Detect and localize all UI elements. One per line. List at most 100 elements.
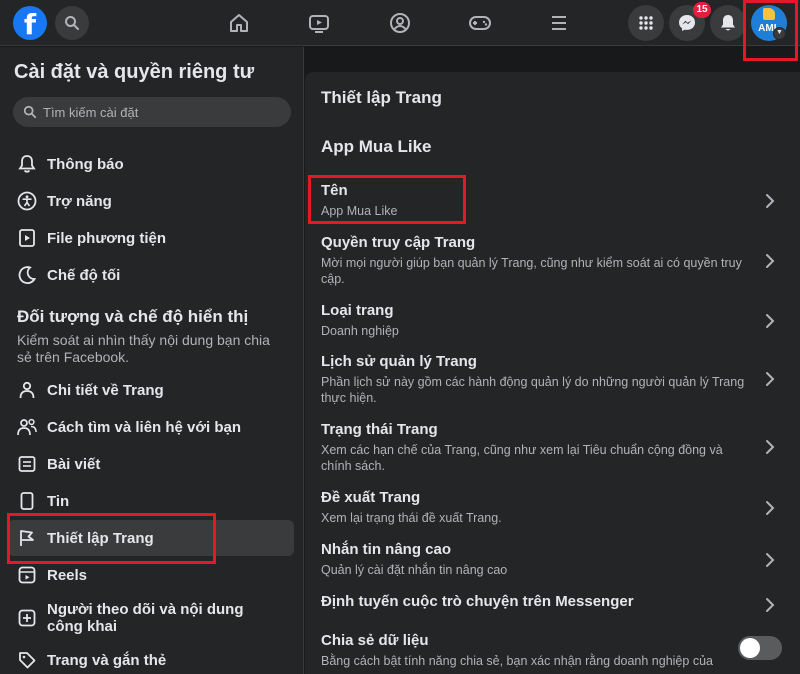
chevron-right-icon (766, 372, 775, 386)
panel-title: Thiết lập Trang (321, 88, 442, 107)
toggle-knob (740, 638, 760, 658)
setting-row-page-access[interactable]: Quyền truy cập Trang Mời mọi người giúp … (305, 234, 800, 292)
watch-tab[interactable] (306, 10, 332, 36)
hamburger-icon (552, 16, 566, 30)
media-file-icon (16, 227, 38, 249)
row-description: Xem lại trạng thái đề xuất Trang. (321, 511, 502, 525)
grid-icon (639, 16, 653, 30)
home-icon (230, 14, 248, 32)
accessibility-icon (16, 190, 38, 212)
row-title: Nhắn tin nâng cao (321, 541, 452, 558)
facebook-logo[interactable]: f (13, 6, 47, 40)
sidebar-item-notifications[interactable]: Thông báo (8, 146, 294, 182)
settings-search-input[interactable]: Tìm kiếm cài đặt (13, 97, 291, 127)
chevron-right-icon (766, 440, 775, 454)
sidebar-item-label: Chi tiết về Trang (47, 381, 164, 399)
data-sharing-toggle[interactable] (738, 636, 782, 660)
row-description: Mời mọi người giúp bạn quản lý Trang, cũ… (321, 256, 742, 286)
sidebar-item-find-contact[interactable]: Cách tìm và liên hệ với bạn (8, 409, 294, 445)
people-icon (16, 416, 38, 438)
chevron-right-icon (766, 501, 775, 515)
sidebar-item-media[interactable]: File phương tiện (8, 220, 294, 256)
row-description: Doanh nghiệp (321, 324, 399, 338)
row-title: Tên (321, 182, 348, 199)
notifications-button[interactable] (710, 5, 746, 41)
sidebar-item-tagging[interactable]: Trang và gắn thẻ (8, 642, 294, 674)
menu-tab[interactable] (546, 10, 572, 36)
sidebar-item-posts[interactable]: Bài viết (8, 446, 294, 482)
bell-icon (721, 15, 735, 31)
chevron-right-icon (766, 254, 775, 268)
sidebar-item-label: Trợ năng (47, 192, 112, 210)
chevron-right-icon (766, 314, 775, 328)
sidebar-item-page-setup[interactable]: Thiết lập Trang (8, 520, 294, 556)
gaming-tab[interactable] (467, 10, 493, 36)
reels-icon (16, 564, 38, 586)
setting-row-data-sharing: Chia sẻ dữ liệu Bằng cách bật tính năng … (305, 632, 800, 674)
setting-row-messenger-routing[interactable]: Định tuyến cuộc trò chuyện trên Messenge… (305, 593, 800, 629)
row-description: Quản lý cài đặt nhắn tin nâng cao (321, 563, 508, 577)
sidebar-item-label: Bài viết (47, 455, 101, 473)
section-description: Kiểm soát ai nhìn thấy nội dung bạn chia… (17, 332, 270, 365)
row-description: App Mua Like (321, 204, 398, 218)
setting-row-page-type[interactable]: Loại trang Doanh nghiệp (305, 302, 800, 346)
sidebar-item-dark-mode[interactable]: Chế độ tối (8, 257, 294, 293)
setting-row-name[interactable]: Tên App Mua Like (305, 182, 800, 226)
top-navigation-bar: f 15 AML ▼ (0, 0, 800, 46)
settings-sidebar: Cài đặt và quyền riêng tư Tìm kiếm cài đ… (0, 47, 304, 674)
followers-icon (16, 607, 38, 629)
home-tab[interactable] (226, 10, 252, 36)
setting-row-management-history[interactable]: Lịch sử quản lý Trang Phần lịch sử này g… (305, 353, 800, 411)
apps-menu-button[interactable] (628, 5, 664, 41)
chevron-right-icon (766, 598, 775, 612)
row-title: Chia sẻ dữ liệu (321, 632, 429, 649)
page-name-heading: App Mua Like (321, 137, 432, 156)
search-icon (65, 16, 79, 30)
section-title: Đối tượng và chế độ hiển thị (17, 307, 249, 326)
sidebar-item-followers[interactable]: Người theo dõi và nội dung công khai (8, 597, 294, 639)
setting-row-page-recommendation[interactable]: Đề xuất Trang Xem lại trạng thái đề xuất… (305, 489, 800, 533)
setting-row-advanced-messaging[interactable]: Nhắn tin nâng cao Quản lý cài đặt nhắn t… (305, 541, 800, 585)
sidebar-item-label: Reels (47, 566, 88, 584)
sidebar-item-label: Trang và gắn thẻ (47, 651, 167, 669)
search-placeholder: Tìm kiếm cài đặt (43, 104, 139, 120)
logo-letter: f (23, 8, 37, 40)
page-setup-panel: Thiết lập Trang App Mua Like Tên App Mua… (305, 72, 800, 674)
sidebar-item-label: Tin (47, 492, 70, 510)
setting-row-page-status[interactable]: Trạng thái Trang Xem các hạn chế của Tra… (305, 421, 800, 479)
row-description: Phần lịch sử này gồm các hành động quản … (321, 375, 745, 405)
page-info-icon (16, 379, 38, 401)
sidebar-item-label: Người theo dõi và nội dung công khai (47, 601, 244, 635)
notification-badge: 15 (693, 2, 711, 18)
row-description: Xem các hạn chế của Trang, cũng như xem … (321, 443, 723, 473)
video-icon (309, 15, 329, 33)
sidebar-item-label: File phương tiện (47, 229, 167, 247)
row-title: Lịch sử quản lý Trang (321, 353, 477, 370)
moon-icon (16, 264, 38, 286)
sidebar-item-label: Thiết lập Trang (47, 529, 154, 547)
messenger-icon (679, 15, 695, 31)
profile-circle-icon (390, 13, 410, 33)
sidebar-title: Cài đặt và quyền riêng tư (14, 61, 255, 83)
story-icon (16, 490, 38, 512)
chevron-down-icon[interactable]: ▼ (773, 27, 786, 40)
search-icon (23, 105, 37, 119)
search-button[interactable] (55, 6, 89, 40)
sidebar-item-stories[interactable]: Tin (8, 483, 294, 519)
chevron-right-icon (766, 553, 775, 567)
tag-icon (16, 649, 38, 671)
row-title: Loại trang (321, 302, 394, 319)
sidebar-item-accessibility[interactable]: Trợ năng (8, 183, 294, 219)
row-title: Quyền truy cập Trang (321, 234, 476, 251)
bell-icon (16, 153, 38, 175)
row-title: Định tuyến cuộc trò chuyện trên Messenge… (321, 593, 634, 610)
sidebar-item-label: Thông báo (47, 155, 124, 173)
row-title: Trạng thái Trang (321, 421, 438, 438)
row-description: Bằng cách bật tính năng chia sẻ, bạn xác… (321, 654, 713, 668)
sidebar-item-label: Chế độ tối (47, 266, 121, 284)
groups-tab[interactable] (387, 10, 413, 36)
thumbs-up-icon (763, 8, 775, 20)
sidebar-item-reels[interactable]: Reels (8, 557, 294, 593)
sidebar-item-page-info[interactable]: Chi tiết về Trang (8, 372, 294, 408)
row-title: Đề xuất Trang (321, 489, 421, 506)
